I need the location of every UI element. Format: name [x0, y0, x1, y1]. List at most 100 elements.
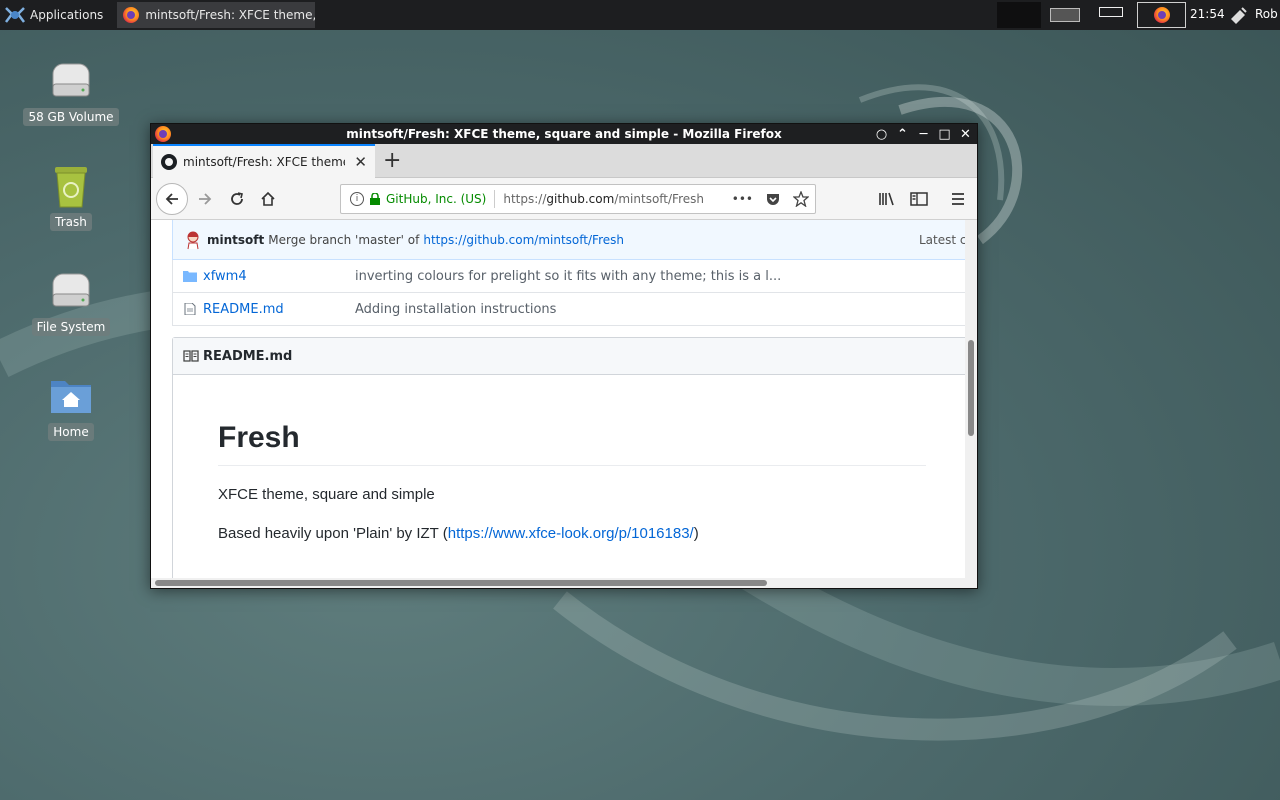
- vertical-scrollbar[interactable]: [965, 220, 977, 578]
- readme-title: Fresh: [218, 421, 926, 466]
- home-folder-icon: [51, 381, 91, 413]
- window-titlebar[interactable]: mintsoft/Fresh: XFCE theme, square and s…: [151, 124, 977, 144]
- top-panel: Applications mintsoft/Fresh: XFCE theme,…: [0, 0, 1280, 30]
- firefox-window: mintsoft/Fresh: XFCE theme, square and s…: [150, 123, 978, 589]
- commit-link[interactable]: https://github.com/mintsoft/Fresh: [423, 233, 624, 247]
- clock[interactable]: 21:54: [1190, 7, 1225, 21]
- desktop-icon-label: Home: [48, 423, 94, 441]
- readme-paragraph-2: Based heavily upon 'Plain' by IZT (https…: [218, 525, 926, 542]
- book-icon: [183, 350, 199, 362]
- github-icon: [161, 154, 177, 170]
- workspace-2[interactable]: [1043, 2, 1087, 28]
- window-title: mintsoft/Fresh: XFCE theme, square and s…: [346, 127, 782, 141]
- url-scheme: https://: [503, 192, 547, 206]
- desktop-icon-home[interactable]: Home: [26, 373, 116, 441]
- reload-icon: [231, 192, 243, 205]
- back-arrow-icon: [165, 193, 178, 205]
- applications-menu-button[interactable]: Applications: [0, 0, 111, 30]
- drive-icon: [52, 63, 90, 97]
- reload-button[interactable]: [223, 186, 251, 212]
- shade-icon[interactable]: ⌃: [895, 127, 910, 142]
- desktop-icon-label: 58 GB Volume: [23, 108, 119, 126]
- tab-github-fresh[interactable]: mintsoft/Fresh: XFCE theme, ✕: [153, 144, 375, 178]
- file-name[interactable]: README.md: [203, 302, 355, 317]
- workspace-window-preview: [1050, 8, 1080, 22]
- desktop-icon-label: File System: [31, 318, 111, 336]
- network-icon[interactable]: [1228, 5, 1248, 25]
- page-content: mintsoft Merge branch 'master' of https:…: [151, 220, 977, 578]
- file-name[interactable]: xfwm4: [203, 269, 355, 284]
- file-icon: [184, 303, 196, 315]
- readme-paragraph-1: XFCE theme, square and simple: [218, 486, 435, 503]
- applications-label: Applications: [30, 8, 104, 22]
- drive-icon: [52, 273, 90, 307]
- home-icon: [261, 191, 275, 206]
- close-icon[interactable]: ✕: [958, 127, 973, 142]
- firefox-icon: [1153, 7, 1170, 23]
- sidebar-button[interactable]: [905, 186, 933, 212]
- url-bar[interactable]: i GitHub, Inc. (US) https:// github.com …: [340, 184, 816, 214]
- file-row-xfwm4: xfwm4 inverting colours for prelight so …: [172, 260, 972, 293]
- library-button[interactable]: [873, 186, 901, 212]
- file-row-readme: README.md Adding installation instructio…: [172, 293, 972, 326]
- tab-close-icon[interactable]: ✕: [354, 153, 367, 171]
- commit-author[interactable]: mintsoft: [207, 233, 264, 247]
- workspace-1[interactable]: [997, 2, 1041, 28]
- firefox-icon: [155, 126, 171, 142]
- readme-p2-suffix: ): [693, 525, 699, 542]
- lock-icon: [370, 193, 380, 205]
- sidebar-icon: [910, 192, 928, 206]
- bookmark-star-icon[interactable]: [793, 191, 809, 207]
- scrollbar-thumb[interactable]: [155, 580, 767, 586]
- page-actions-icon[interactable]: •••: [732, 192, 753, 206]
- folder-icon: [183, 271, 197, 282]
- url-host: github.com: [546, 192, 615, 206]
- navigation-toolbar: i GitHub, Inc. (US) https:// github.com …: [151, 178, 977, 220]
- readme-panel: README.md Fresh XFCE theme, square and s…: [172, 337, 972, 578]
- desktop-icon-file-system[interactable]: File System: [26, 268, 116, 336]
- minimize-icon[interactable]: ─: [916, 127, 931, 142]
- firefox-icon: [123, 7, 140, 23]
- url-separator: [494, 190, 496, 208]
- commit-message[interactable]: Merge branch 'master' of: [268, 233, 419, 247]
- back-button[interactable]: [156, 183, 188, 215]
- workspace-4-active[interactable]: [1137, 2, 1186, 28]
- site-identity-label[interactable]: GitHub, Inc. (US): [386, 192, 486, 206]
- readme-filename: README.md: [203, 348, 293, 364]
- readme-header: README.md: [173, 338, 971, 375]
- readme-p2-text: Based heavily upon 'Plain' by IZT (: [218, 525, 448, 542]
- avatar[interactable]: [185, 230, 201, 250]
- latest-commit-label[interactable]: Latest c: [919, 233, 967, 247]
- pocket-icon[interactable]: [765, 191, 781, 207]
- site-info-icon[interactable]: i: [350, 192, 364, 206]
- readme-body: Fresh XFCE theme, square and simple Base…: [173, 421, 971, 542]
- forward-arrow-icon: [199, 193, 212, 205]
- hamburger-menu-icon: [952, 193, 964, 205]
- latest-commit-row: mintsoft Merge branch 'master' of https:…: [172, 220, 972, 260]
- desktop-icon-label: Trash: [50, 213, 92, 231]
- url-path: /mintsoft/Fresh: [614, 192, 704, 206]
- horizontal-scrollbar[interactable]: [151, 578, 977, 588]
- workspace-3[interactable]: [1089, 2, 1133, 28]
- forward-button[interactable]: [191, 186, 219, 212]
- tab-title: mintsoft/Fresh: XFCE theme,: [183, 155, 345, 169]
- taskbar-firefox-window[interactable]: mintsoft/Fresh: XFCE theme,...: [117, 2, 316, 28]
- file-commit-message[interactable]: inverting colours for prelight so it fit…: [355, 269, 781, 284]
- user-menu[interactable]: Rob: [1255, 7, 1278, 21]
- library-icon: [879, 192, 894, 206]
- trash-icon: [55, 167, 87, 208]
- hamburger-menu-button[interactable]: [944, 186, 972, 212]
- maximize-icon[interactable]: □: [937, 127, 952, 142]
- workspace-window-preview: [1099, 7, 1123, 17]
- xfce-logo-icon: [5, 7, 25, 23]
- new-tab-icon[interactable]: +: [383, 148, 401, 173]
- window-menu-icon[interactable]: ○: [874, 127, 889, 142]
- desktop-icon-58gb-volume[interactable]: 58 GB Volume: [23, 58, 119, 126]
- file-commit-message[interactable]: Adding installation instructions: [355, 302, 556, 317]
- taskbar-window-title: mintsoft/Fresh: XFCE theme,...: [145, 8, 316, 22]
- scrollbar-thumb[interactable]: [968, 340, 974, 436]
- desktop-icon-trash[interactable]: Trash: [26, 163, 116, 231]
- xfce-look-link[interactable]: https://www.xfce-look.org/p/1016183/: [448, 525, 694, 542]
- home-button[interactable]: [254, 186, 282, 212]
- tab-strip: mintsoft/Fresh: XFCE theme, ✕ +: [151, 144, 977, 178]
